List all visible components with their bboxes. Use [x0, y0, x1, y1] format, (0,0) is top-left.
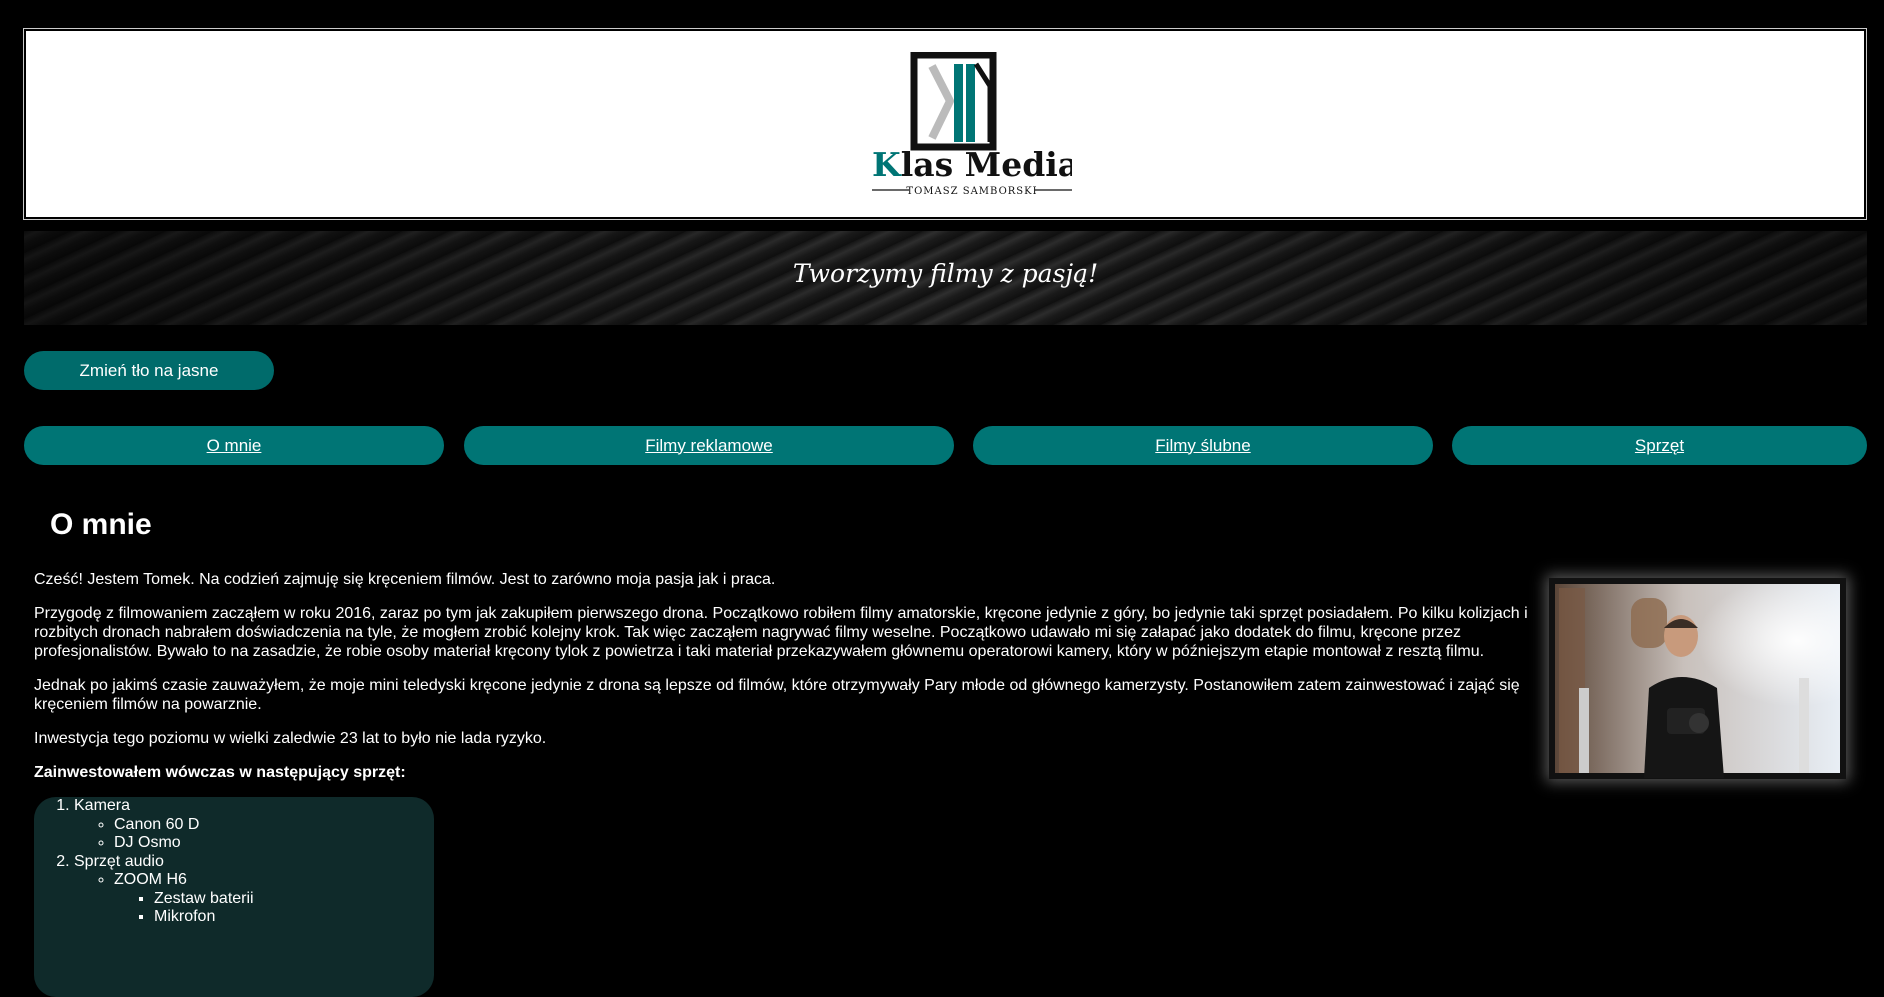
tagline: Tworzymy filmy z pasją!	[792, 259, 1099, 288]
site-header: Klas Media TOMASZ SAMBORSKI	[23, 28, 1867, 220]
investment-paragraph: Inwestycja tego poziomu w wielki zaledwi…	[34, 730, 547, 747]
gear-heading: Zainwestowałem wówczas w następujący spr…	[34, 764, 406, 781]
zoom-sublist: Zestaw baterii Mikrofon	[114, 890, 434, 927]
gear-subsubitem: Zestaw baterii	[154, 890, 434, 909]
photo-illustration	[1555, 584, 1840, 778]
gear-subitem: ZOOM H6 Zestaw baterii Mikrofon	[114, 871, 434, 927]
camera-sublist: Canon 60 D DJ Osmo	[74, 816, 434, 853]
svg-text:Klas Media: Klas Media	[872, 145, 1072, 184]
nav-link-filmy-reklamowe[interactable]: Filmy reklamowe	[464, 426, 954, 465]
svg-text:TOMASZ SAMBORSKI: TOMASZ SAMBORSKI	[906, 186, 1037, 197]
gear-list: Kamera Canon 60 D DJ Osmo Sprzęt audio Z…	[34, 797, 434, 997]
gear-subitem: Canon 60 D	[114, 816, 434, 835]
intro-paragraph: Cześć! Jestem Tomek. Na codzień zajmuję …	[34, 571, 776, 588]
toggle-theme-button[interactable]: Zmień tło na jasne	[24, 351, 274, 390]
gear-subitem: DJ Osmo	[114, 834, 434, 853]
gear-item-camera: Kamera Canon 60 D DJ Osmo	[74, 797, 434, 853]
audio-sublist: ZOOM H6 Zestaw baterii Mikrofon	[74, 871, 434, 927]
nav-link-sprzet[interactable]: Sprzęt	[1452, 426, 1867, 465]
klas-media-logo: Klas Media TOMASZ SAMBORSKI	[872, 52, 1072, 197]
gear-ordered-list: Kamera Canon 60 D DJ Osmo Sprzęt audio Z…	[34, 797, 434, 927]
about-content: Cześć! Jestem Tomek. Na codzień zajmuję …	[34, 570, 1534, 797]
page-title: O mnie	[50, 508, 152, 541]
nav-link-o-mnie[interactable]: O mnie	[24, 426, 444, 465]
tagline-banner: Tworzymy filmy z pasją!	[24, 231, 1867, 325]
portrait-photo	[1549, 578, 1846, 779]
gear-item-audio: Sprzęt audio ZOOM H6 Zestaw baterii Mikr…	[74, 853, 434, 927]
gear-subsubitem: Mikrofon	[154, 908, 434, 927]
nav-link-filmy-slubne[interactable]: Filmy ślubne	[973, 426, 1433, 465]
story-paragraph: Przygodę z filmowaniem zacząłem w roku 2…	[34, 605, 1528, 660]
decision-paragraph: Jednak po jakimś czasie zauważyłem, że m…	[34, 677, 1520, 713]
main-nav: O mnie Filmy reklamowe Filmy ślubne Sprz…	[0, 426, 1884, 465]
